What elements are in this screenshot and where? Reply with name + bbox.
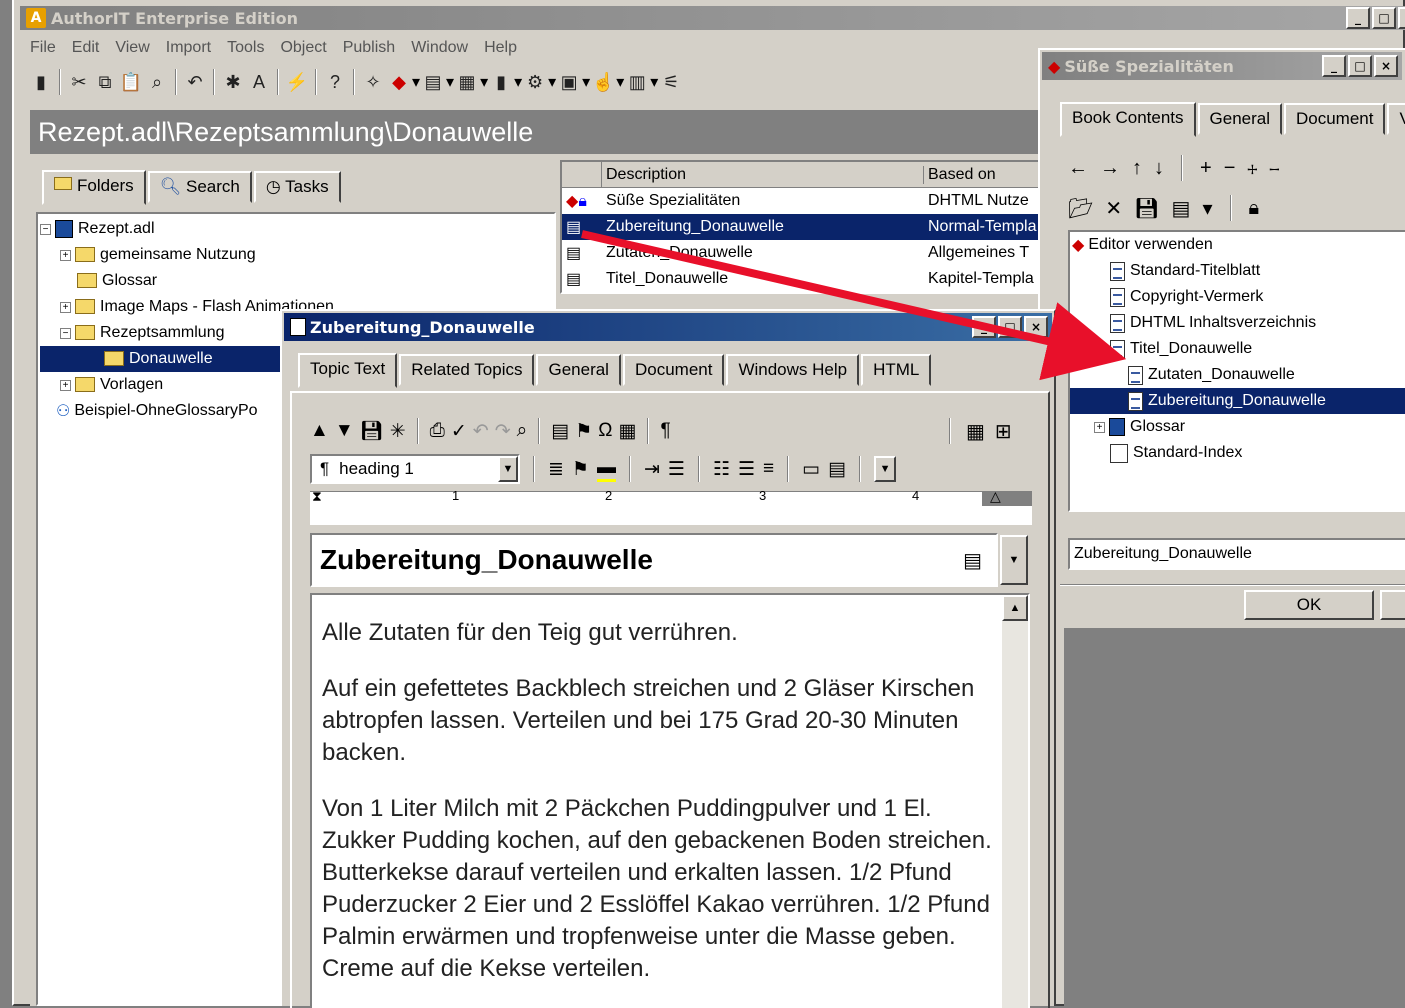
annotation-arrows bbox=[581, 230, 1127, 381]
tab-book-contents[interactable]: Book Contents bbox=[1060, 102, 1196, 137]
tab-folders[interactable]: Folders bbox=[42, 170, 146, 205]
annotation-arrow bbox=[581, 230, 1127, 381]
folder-icon bbox=[54, 177, 72, 190]
tab-topic-text[interactable]: Topic Text bbox=[298, 353, 398, 388]
